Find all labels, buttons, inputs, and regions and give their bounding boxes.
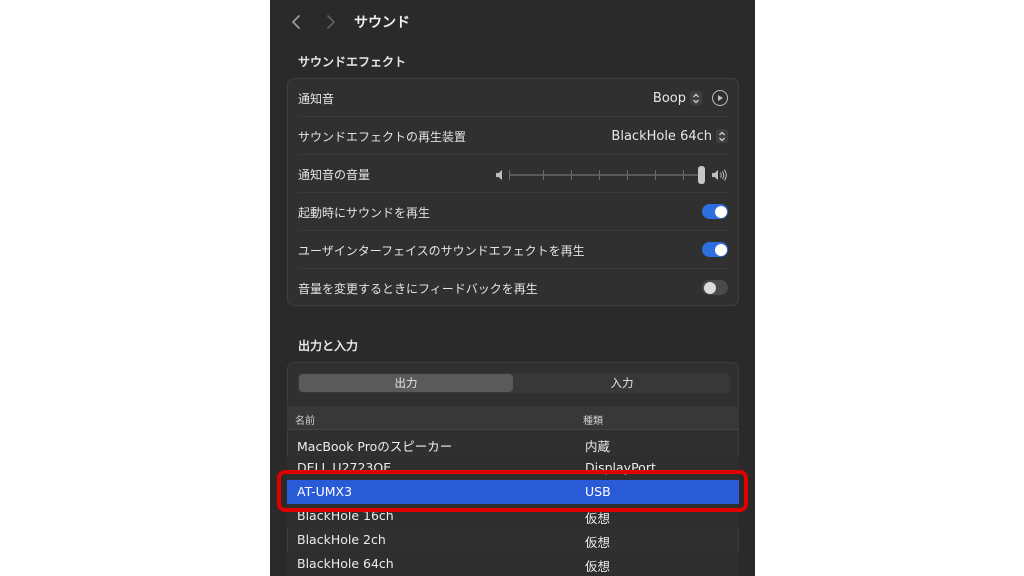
device-name: BlackHole 64ch — [297, 556, 394, 571]
output-device-popup[interactable]: BlackHole 64ch — [611, 126, 728, 146]
device-type: 仮想 — [585, 559, 611, 574]
page-title: サウンド — [354, 15, 410, 31]
slider-knob[interactable] — [698, 166, 705, 184]
table-row[interactable]: BlackHole 64ch 仮想 — [287, 552, 739, 576]
alert-sound-label: 通知音 — [298, 92, 335, 106]
alert-volume-row: 通知音の音量 — [298, 155, 728, 193]
annotation-highlight-box — [277, 470, 748, 512]
section-title-sound-effects: サウンドエフェクト — [298, 55, 407, 69]
slider-track — [509, 174, 705, 176]
updown-chevron-icon — [690, 91, 702, 105]
volume-feedback-label: 音量を変更するときにフィードバックを再生 — [298, 282, 538, 296]
chevron-left-icon — [292, 15, 300, 29]
output-device-label: サウンドエフェクトの再生装置 — [298, 130, 467, 144]
tab-input[interactable]: 入力 — [515, 374, 729, 392]
column-header-type[interactable]: 種類 — [583, 412, 603, 427]
table-row[interactable]: MacBook Proのスピーカー 内蔵 — [287, 432, 739, 456]
device-type: 仮想 — [585, 535, 611, 550]
output-device-value: BlackHole 64ch — [611, 128, 712, 144]
output-device-row: サウンドエフェクトの再生装置 BlackHole 64ch — [298, 117, 728, 155]
alert-sound-popup[interactable]: Boop — [653, 88, 728, 108]
speaker-high-icon — [712, 169, 727, 181]
updown-chevron-icon — [716, 129, 728, 143]
startup-sound-toggle[interactable] — [702, 204, 728, 219]
ui-sound-effects-row: ユーザインターフェイスのサウンドエフェクトを再生 — [298, 231, 728, 269]
startup-sound-row: 起動時にサウンドを再生 — [298, 193, 728, 231]
table-row[interactable]: BlackHole 2ch 仮想 — [287, 528, 739, 552]
ui-sound-effects-label: ユーザインターフェイスのサウンドエフェクトを再生 — [298, 244, 585, 258]
alert-sound-value: Boop — [652, 90, 686, 106]
speaker-low-icon — [496, 170, 502, 180]
ui-sound-effects-toggle[interactable] — [702, 242, 728, 257]
device-name: MacBook Proのスピーカー — [297, 439, 453, 454]
tab-output[interactable]: 出力 — [299, 374, 513, 392]
sound-effects-card: 通知音 Boop サウンドエフェクトの再生装置 BlackHole 64ch 通… — [287, 78, 739, 306]
volume-feedback-toggle[interactable] — [702, 280, 728, 295]
alert-sound-row: 通知音 Boop — [298, 79, 728, 117]
device-type: 内蔵 — [585, 439, 611, 454]
alert-volume-slider[interactable] — [495, 165, 735, 185]
output-input-segmented-control: 出力 入力 — [298, 373, 730, 393]
volume-feedback-row: 音量を変更するときにフィードバックを再生 — [298, 269, 728, 307]
chevron-right-icon — [327, 15, 335, 29]
play-icon[interactable] — [712, 90, 728, 106]
forward-button[interactable] — [322, 12, 340, 32]
back-button[interactable] — [288, 12, 306, 32]
startup-sound-label: 起動時にサウンドを再生 — [298, 206, 431, 220]
device-table-header: 名前 種類 — [287, 406, 739, 430]
alert-volume-label: 通知音の音量 — [298, 168, 371, 182]
toolbar: サウンド — [270, 0, 755, 44]
column-header-name[interactable]: 名前 — [295, 412, 315, 427]
device-name: BlackHole 2ch — [297, 532, 386, 547]
section-title-output-input: 出力と入力 — [298, 339, 359, 353]
